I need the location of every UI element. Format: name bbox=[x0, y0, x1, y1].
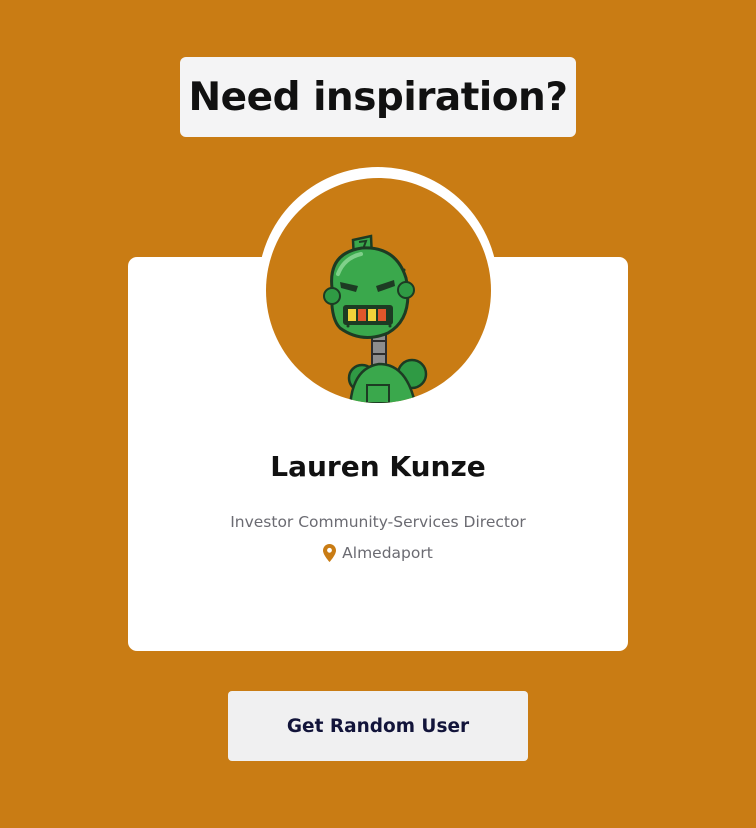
location-pin-icon bbox=[323, 544, 337, 562]
user-job-title: Investor Community-Services Director bbox=[230, 513, 526, 531]
page: Need inspiration? Lauren Kunze Investor … bbox=[0, 0, 756, 828]
location-label: Almedaport bbox=[342, 544, 433, 562]
avatar bbox=[266, 178, 491, 403]
heading-box: Need inspiration? bbox=[180, 57, 576, 137]
get-random-user-button[interactable]: Get Random User bbox=[228, 691, 528, 761]
page-title: Need inspiration? bbox=[188, 74, 568, 120]
user-name: Lauren Kunze bbox=[270, 450, 486, 483]
user-location: Almedaport bbox=[128, 544, 628, 562]
robot-avatar-icon bbox=[323, 234, 428, 403]
